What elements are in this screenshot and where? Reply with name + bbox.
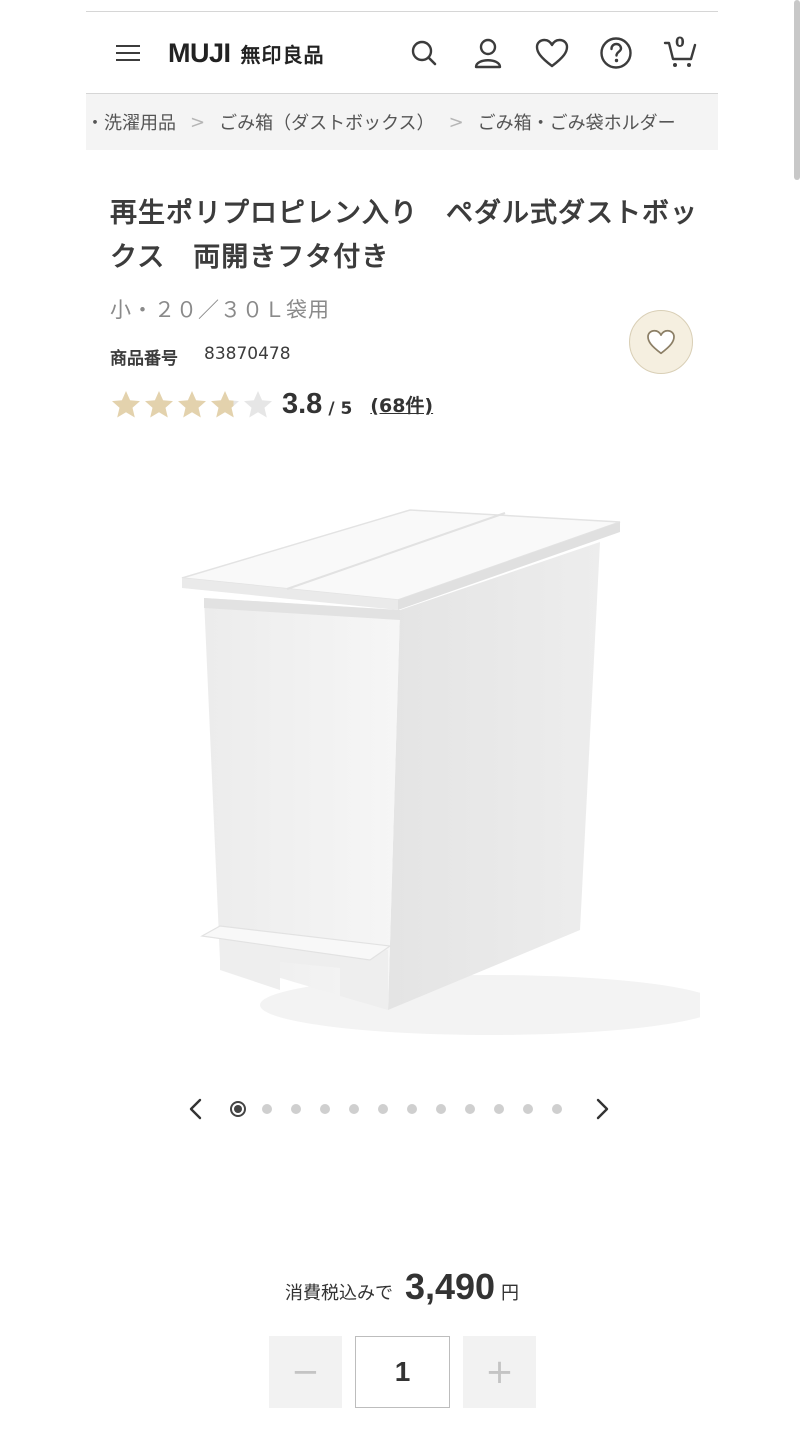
breadcrumb-trash-bag-holder[interactable]: ごみ箱・ごみ袋ホルダー [478,109,676,135]
star-icon [112,390,140,417]
heart-icon [647,329,675,355]
carousel-dot[interactable] [407,1104,417,1114]
favorites-heart-icon[interactable] [531,32,573,74]
product-number-label: 商品番号 [110,349,178,369]
product-title: 再生ポリプロピレン入り ペダル式ダストボックス 両開きフタ付き [110,198,698,273]
page-scrollbar[interactable] [794,0,800,180]
product-variant: 小・２０／３０Ｌ袋用 [110,298,330,322]
quantity-input[interactable]: 1 [355,1336,450,1408]
rating-max: / 5 [328,398,353,419]
carousel-dot[interactable] [523,1104,533,1114]
star-icon [178,390,206,417]
logo-text-en: MUJI [168,37,231,68]
carousel-dot[interactable] [436,1104,446,1114]
search-icon[interactable] [403,32,445,74]
rating-summary: 3.8 / 5 (68件) [110,388,433,421]
help-icon[interactable] [595,32,637,74]
carousel-prev-icon[interactable] [182,1095,210,1123]
product-image-dustbox[interactable] [160,470,700,1070]
rating-score: 3.8 [282,388,323,420]
price-block: 消費税込みで 3,490 円 [0,1266,804,1308]
carousel-dot[interactable] [349,1104,359,1114]
product-number: 商品番号 83870478 [110,344,291,369]
star-icon [145,390,173,417]
carousel-dot[interactable] [320,1104,330,1114]
hamburger-menu-icon[interactable] [114,42,142,64]
carousel-dot[interactable] [262,1104,272,1114]
add-to-favorites-button[interactable] [629,310,693,374]
tax-included-label: 消費税込みで [284,1283,393,1304]
site-header: MUJI 無印良品 0 [86,12,718,94]
price-amount: 3,490 [404,1266,496,1307]
cart-icon[interactable]: 0 [659,32,701,74]
breadcrumb-dustbox[interactable]: ごみ箱（ダストボックス） [219,109,434,135]
carousel-dots [230,1101,562,1117]
carousel-dot[interactable] [291,1104,301,1114]
chevron-right-icon: > [448,111,464,133]
account-icon[interactable] [467,32,509,74]
header-icon-bar: 0 [403,32,701,74]
carousel-dot[interactable] [552,1104,562,1114]
carousel-next-icon[interactable] [588,1095,616,1123]
carousel-dot-active[interactable] [230,1101,246,1117]
review-count-link[interactable]: (68件) [370,391,433,418]
muji-logo[interactable]: MUJI 無印良品 [168,38,325,69]
quantity-stepper: − 1 + [269,1336,536,1408]
cart-count-badge: 0 [675,35,685,51]
logo-text-jp: 無印良品 [240,42,325,67]
star-rating [110,389,274,421]
quantity-decrease-button[interactable]: − [269,1336,342,1408]
quantity-increase-button[interactable]: + [463,1336,536,1408]
star-icon [244,390,272,417]
image-carousel-nav [182,1094,622,1124]
product-number-value: 83870478 [204,344,291,364]
breadcrumb-laundry[interactable]: ・洗濯用品 [86,109,176,135]
carousel-dot[interactable] [494,1104,504,1114]
star-icon [211,390,239,417]
price-currency: 円 [501,1283,520,1304]
breadcrumb: ・洗濯用品 > ごみ箱（ダストボックス） > ごみ箱・ごみ袋ホルダー [86,94,718,150]
chevron-right-icon: > [190,111,206,133]
carousel-dot[interactable] [378,1104,388,1114]
carousel-dot[interactable] [465,1104,475,1114]
